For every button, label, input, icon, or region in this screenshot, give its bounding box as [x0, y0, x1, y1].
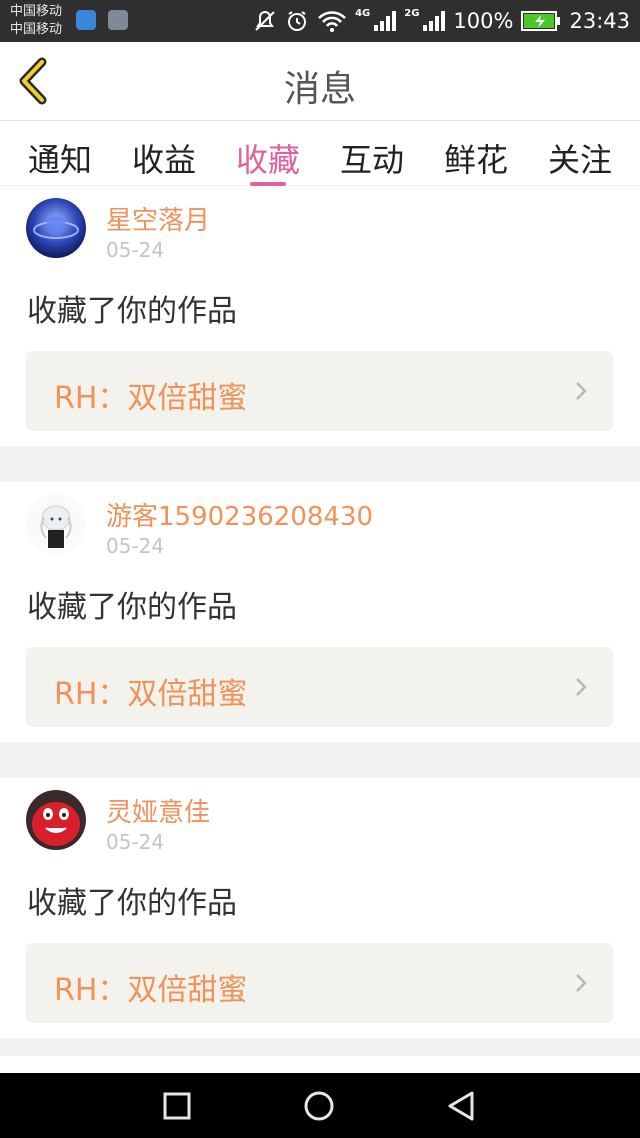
battery-percent: 100% — [453, 9, 514, 33]
chevron-right-icon — [576, 678, 587, 696]
battery-charging-icon — [521, 11, 561, 31]
message-text: 收藏了你的作品 — [27, 886, 237, 921]
clock: 23:43 — [569, 9, 630, 33]
gallery-notification-icon — [108, 10, 128, 30]
message-card: 灵娅意佳 05-24 收藏了你的作品 RH：双倍甜蜜 — [0, 778, 640, 1038]
work-title: RH：双倍甜蜜 — [54, 677, 248, 712]
page-title: 消息 — [283, 69, 356, 110]
work-link[interactable]: RH：双倍甜蜜 — [26, 351, 613, 431]
carrier-info: 中国移动 中国移动 — [10, 3, 62, 39]
message-text: 收藏了你的作品 — [27, 294, 237, 329]
tab-notice[interactable]: 通知 — [20, 135, 100, 181]
work-link[interactable]: RH：双倍甜蜜 — [26, 943, 613, 1023]
work-link[interactable]: RH：双倍甜蜜 — [26, 647, 613, 727]
tab-favorites[interactable]: 收藏 — [228, 135, 308, 181]
tab-earnings[interactable]: 收益 — [124, 135, 204, 181]
network-2g-label: 2G — [404, 7, 420, 19]
message-date: 05-24 — [106, 238, 165, 262]
chevron-right-icon — [576, 974, 587, 992]
tab-follow[interactable]: 关注 — [540, 135, 620, 181]
recent-apps-button[interactable] — [160, 1089, 194, 1123]
avatar[interactable] — [26, 494, 86, 554]
network-4g-label: 4G — [355, 7, 371, 19]
username[interactable]: 灵娅意佳 — [106, 792, 210, 829]
work-title: RH：双倍甜蜜 — [54, 973, 248, 1008]
notification-app-icon — [76, 10, 96, 30]
chevron-right-icon — [576, 382, 587, 400]
username[interactable]: 星空落月 — [106, 200, 210, 237]
avatar[interactable] — [26, 790, 86, 850]
signal-icon-2 — [423, 11, 446, 31]
alarm-icon — [288, 11, 307, 31]
avatar[interactable] — [26, 198, 86, 258]
tab-interaction[interactable]: 互动 — [332, 135, 412, 181]
home-button[interactable] — [302, 1089, 336, 1123]
system-nav-bar — [0, 1073, 640, 1138]
app-header: 消息 — [0, 42, 640, 121]
back-nav-button[interactable] — [444, 1089, 478, 1123]
status-bar: 中国移动 中国移动 4G 2G 100% 23:43 — [0, 0, 640, 42]
message-card: 星空落月 05-24 收藏了你的作品 RH：双倍甜蜜 — [0, 186, 640, 446]
tab-flowers[interactable]: 鲜花 — [436, 135, 516, 181]
message-card-partial — [0, 1056, 640, 1073]
mute-icon — [255, 10, 275, 31]
message-text: 收藏了你的作品 — [27, 590, 237, 625]
message-card: 游客1590236208430 05-24 收藏了你的作品 RH：双倍甜蜜 — [0, 482, 640, 742]
wifi-icon — [318, 11, 346, 32]
signal-icon — [374, 11, 397, 31]
message-date: 05-24 — [106, 830, 165, 854]
message-tabs: 通知 收益 收藏 互动 鲜花 关注 — [0, 121, 640, 185]
carrier-1: 中国移动 — [10, 4, 63, 19]
work-title: RH：双倍甜蜜 — [54, 381, 248, 416]
carrier-2: 中国移动 — [10, 22, 63, 37]
username[interactable]: 游客1590236208430 — [106, 496, 373, 533]
message-date: 05-24 — [106, 534, 165, 558]
